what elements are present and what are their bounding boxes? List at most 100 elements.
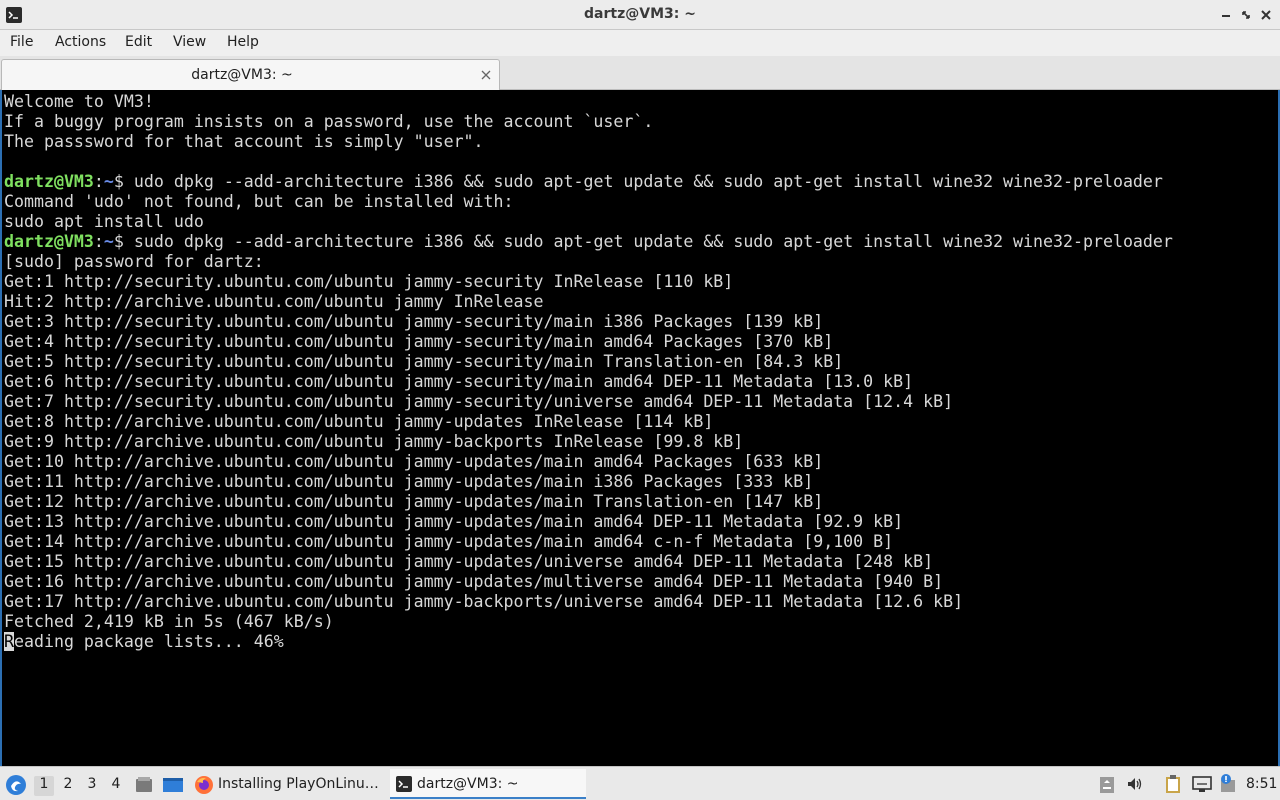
output-text: Get:15 http://archive.ubuntu.com/ubuntu …: [4, 552, 934, 571]
terminal-line: sudo apt install udo: [4, 212, 1278, 232]
terminal-view[interactable]: Welcome to VM3! If a buggy program insist…: [0, 90, 1280, 766]
terminal-line: Get:1 http://security.ubuntu.com/ubuntu …: [4, 272, 1278, 292]
output-text: Get:11 http://archive.ubuntu.com/ubuntu …: [4, 472, 814, 491]
terminal-line: [sudo] password for dartz:: [4, 252, 1278, 272]
volume-icon[interactable]: [1126, 775, 1144, 793]
terminal-line: Welcome to VM3!: [4, 92, 1278, 112]
workspace-3[interactable]: 3: [82, 776, 102, 796]
terminal-line: Get:17 http://archive.ubuntu.com/ubuntu …: [4, 592, 1278, 612]
task-firefox[interactable]: Installing PlayOnLinu…: [190, 769, 384, 799]
prompt-separator: :: [93, 232, 104, 251]
terminal-line: Get:12 http://archive.ubuntu.com/ubuntu …: [4, 492, 1278, 512]
close-window-button[interactable]: [1258, 7, 1274, 23]
terminal-line: The passsword for that account is simply…: [4, 132, 1278, 152]
window-titlebar[interactable]: dartz@VM3: ~: [0, 0, 1280, 30]
prompt-suffix: $: [113, 232, 134, 251]
prompt-path: ~: [103, 172, 114, 191]
output-text: Get:4 http://security.ubuntu.com/ubuntu …: [4, 332, 834, 351]
output-text: sudo apt install udo: [4, 212, 204, 231]
terminal-line: Get:13 http://archive.ubuntu.com/ubuntu …: [4, 512, 1278, 532]
tab-bar: dartz@VM3: ~: [0, 56, 1280, 90]
terminal-line: Get:15 http://archive.ubuntu.com/ubuntu …: [4, 552, 1278, 572]
removable-drive-icon[interactable]: [1099, 775, 1115, 795]
terminal-line: Fetched 2,419 kB in 5s (467 kB/s): [4, 612, 1278, 632]
output-text: The passsword for that account is simply…: [4, 132, 484, 151]
output-text: Get:14 http://archive.ubuntu.com/ubuntu …: [4, 532, 894, 551]
start-menu-icon[interactable]: [5, 774, 27, 796]
output-text: [sudo] password for dartz:: [4, 252, 264, 271]
prompt-separator: :: [93, 172, 104, 191]
terminal-line: Command 'udo' not found, but can be inst…: [4, 192, 1278, 212]
prompt-path: ~: [103, 232, 114, 251]
output-text: Get:17 http://archive.ubuntu.com/ubuntu …: [4, 592, 964, 611]
text-cursor: R: [4, 632, 14, 651]
task-label: dartz@VM3: ~: [417, 776, 519, 792]
task-terminal[interactable]: dartz@VM3: ~: [390, 769, 586, 799]
terminal-line: dartz@VM3:~$ udo dpkg --add-architecture…: [4, 172, 1278, 192]
file-manager-icon[interactable]: [134, 775, 154, 795]
clipboard-icon[interactable]: [1164, 774, 1182, 794]
terminal-line: If a buggy program insists on a password…: [4, 112, 1278, 132]
update-notifier-icon[interactable]: [1218, 773, 1238, 795]
show-desktop-icon[interactable]: [162, 775, 184, 795]
menu-edit[interactable]: Edit: [125, 34, 152, 50]
workspace-2[interactable]: 2: [58, 776, 78, 796]
firefox-icon: [194, 775, 214, 795]
tab-terminal[interactable]: dartz@VM3: ~: [1, 59, 500, 90]
menu-bar: File Actions Edit View Help: [0, 30, 1280, 56]
terminal-line: dartz@VM3:~$ sudo dpkg --add-architectur…: [4, 232, 1278, 252]
terminal-output: Welcome to VM3! If a buggy program insist…: [4, 92, 1278, 652]
command-text: sudo dpkg --add-architecture i386 && sud…: [133, 232, 1173, 251]
output-text: Get:1 http://security.ubuntu.com/ubuntu …: [4, 272, 734, 291]
terminal-line: Get:4 http://security.ubuntu.com/ubuntu …: [4, 332, 1278, 352]
terminal-line: Get:5 http://security.ubuntu.com/ubuntu …: [4, 352, 1278, 372]
output-text: Command 'udo' not found, but can be inst…: [4, 192, 514, 211]
terminal-icon: [396, 776, 412, 792]
menu-help[interactable]: Help: [227, 34, 259, 50]
output-text: If a buggy program insists on a password…: [4, 112, 654, 131]
terminal-line: Get:3 http://security.ubuntu.com/ubuntu …: [4, 312, 1278, 332]
clock: 8:51: [1246, 776, 1278, 792]
workspace-4[interactable]: 4: [106, 776, 126, 796]
minimize-button[interactable]: [1218, 7, 1234, 23]
terminal-line: Get:8 http://archive.ubuntu.com/ubuntu j…: [4, 412, 1278, 432]
output-text: Get:6 http://security.ubuntu.com/ubuntu …: [4, 372, 914, 391]
output-text: Welcome to VM3!: [4, 92, 154, 111]
output-text: Get:12 http://archive.ubuntu.com/ubuntu …: [4, 492, 824, 511]
terminal-line: Get:10 http://archive.ubuntu.com/ubuntu …: [4, 452, 1278, 472]
output-text: Get:8 http://archive.ubuntu.com/ubuntu j…: [4, 412, 714, 431]
terminal-line: Reading package lists... 46%: [4, 632, 1278, 652]
terminal-line: Get:16 http://archive.ubuntu.com/ubuntu …: [4, 572, 1278, 592]
terminal-line: Get:11 http://archive.ubuntu.com/ubuntu …: [4, 472, 1278, 492]
terminal-line: Hit:2 http://archive.ubuntu.com/ubuntu j…: [4, 292, 1278, 312]
close-icon[interactable]: [479, 68, 493, 82]
command-text: udo dpkg --add-architecture i386 && sudo…: [133, 172, 1163, 191]
output-text: Get:10 http://archive.ubuntu.com/ubuntu …: [4, 452, 824, 471]
maximize-button[interactable]: [1238, 7, 1254, 23]
menu-actions[interactable]: Actions: [55, 34, 106, 50]
prompt-user: dartz@VM3: [4, 232, 94, 251]
output-text: Fetched 2,419 kB in 5s (467 kB/s): [4, 612, 334, 631]
terminal-line: Get:7 http://security.ubuntu.com/ubuntu …: [4, 392, 1278, 412]
workspace-1[interactable]: 1: [34, 776, 54, 796]
terminal-line: Get:14 http://archive.ubuntu.com/ubuntu …: [4, 532, 1278, 552]
output-text: Get:5 http://security.ubuntu.com/ubuntu …: [4, 352, 844, 371]
task-label: Installing PlayOnLinu…: [218, 776, 379, 792]
output-text: Get:3 http://security.ubuntu.com/ubuntu …: [4, 312, 824, 331]
prompt-user: dartz@VM3: [4, 172, 94, 191]
menu-file[interactable]: File: [10, 34, 33, 50]
menu-view[interactable]: View: [173, 34, 206, 50]
terminal-line: Get:6 http://security.ubuntu.com/ubuntu …: [4, 372, 1278, 392]
network-icon[interactable]: [1192, 775, 1212, 793]
output-text: eading package lists... 46%: [14, 632, 284, 651]
output-text: Get:16 http://archive.ubuntu.com/ubuntu …: [4, 572, 944, 591]
window-title: dartz@VM3: ~: [584, 6, 696, 22]
terminal-line: Get:9 http://archive.ubuntu.com/ubuntu j…: [4, 432, 1278, 452]
output-text: Hit:2 http://archive.ubuntu.com/ubuntu j…: [4, 292, 544, 311]
taskbar: 1 2 3 4 Installing PlayOnLinu… dartz@VM3…: [0, 766, 1280, 800]
output-text: Get:7 http://security.ubuntu.com/ubuntu …: [4, 392, 954, 411]
tab-label: dartz@VM3: ~: [191, 67, 293, 83]
prompt-suffix: $: [113, 172, 134, 191]
output-text: Get:13 http://archive.ubuntu.com/ubuntu …: [4, 512, 904, 531]
